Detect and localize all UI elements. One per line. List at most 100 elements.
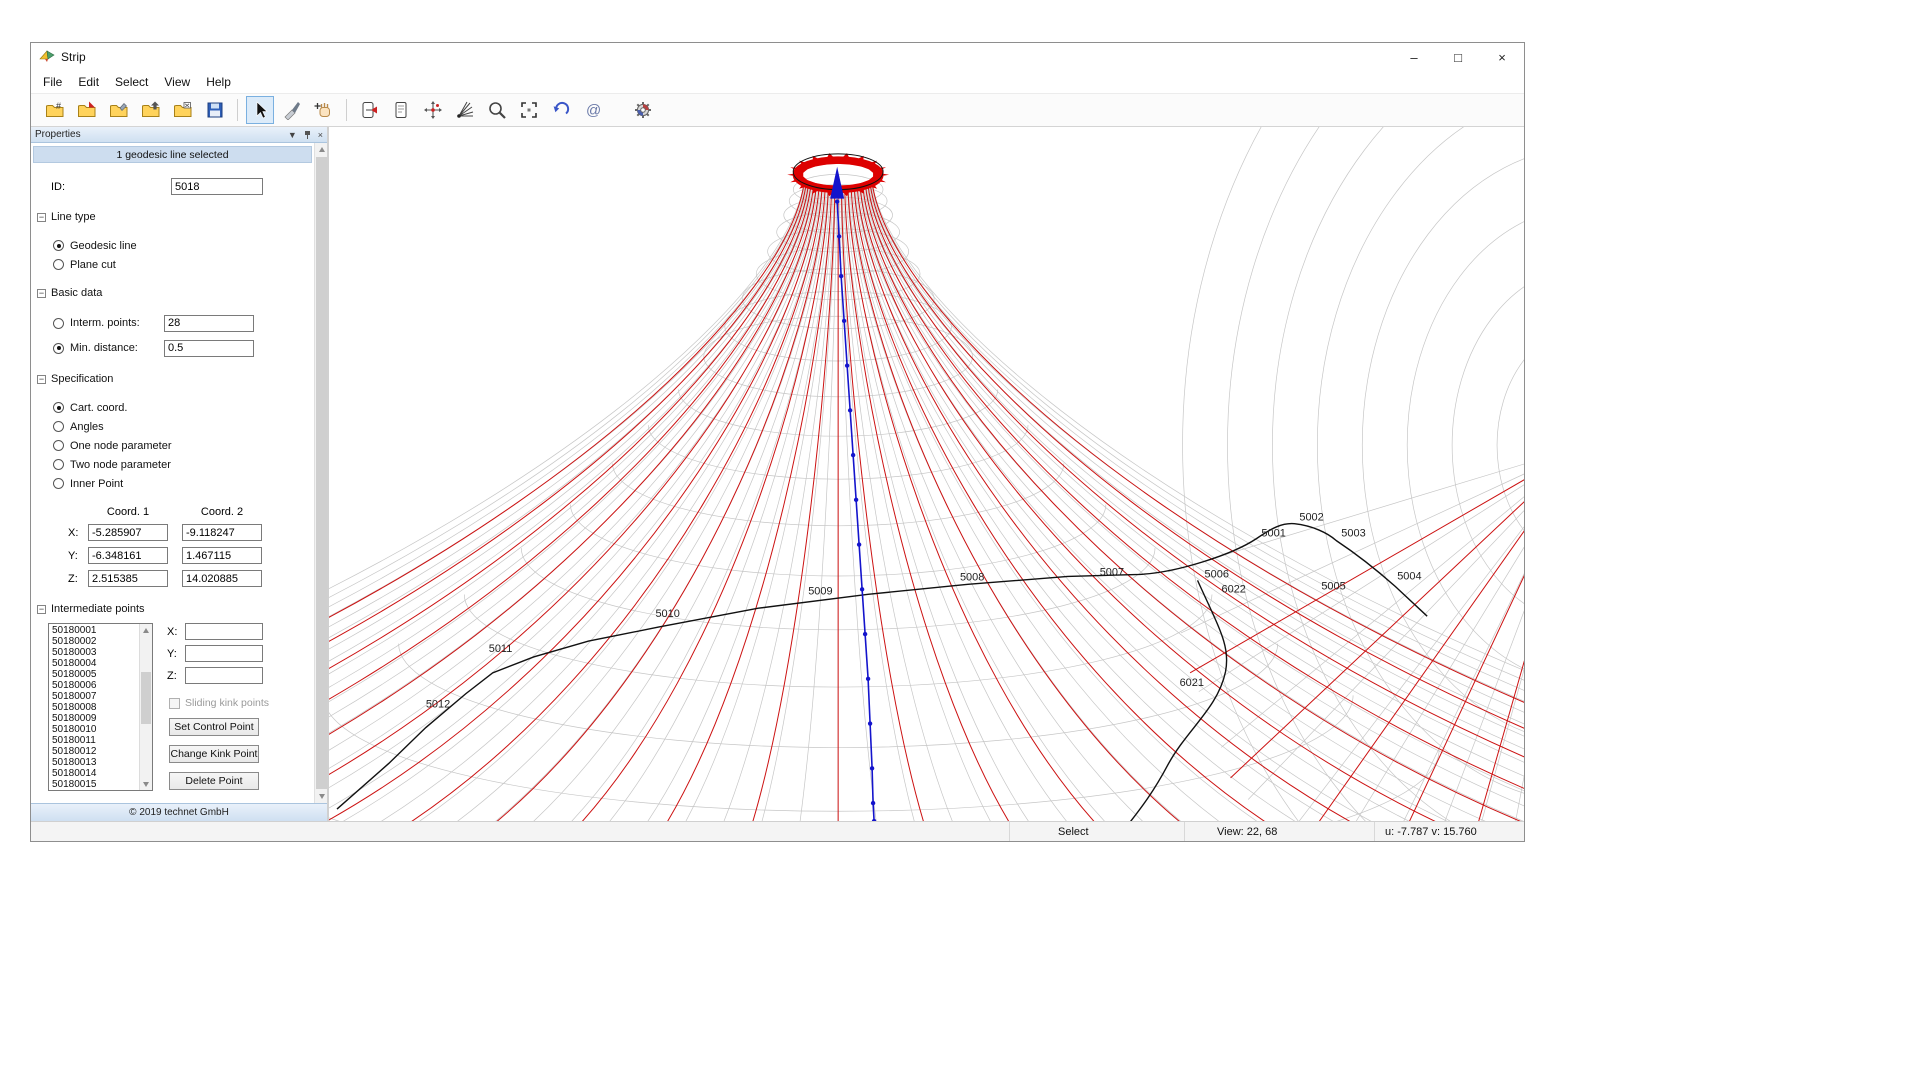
- radiate-tool-icon[interactable]: [451, 96, 479, 124]
- list-item[interactable]: 50180009: [52, 713, 139, 724]
- radio-icon: [53, 343, 64, 354]
- radio-interm-points[interactable]: Interm. points:: [53, 314, 314, 332]
- menu-item-file[interactable]: File: [35, 73, 70, 91]
- list-item[interactable]: 50180001: [52, 625, 139, 636]
- open-up-folder-icon[interactable]: [137, 96, 165, 124]
- knife-tool-icon[interactable]: [278, 96, 306, 124]
- collapse-icon[interactable]: −: [37, 213, 46, 222]
- line-label: 5009: [808, 585, 832, 597]
- radio-angles[interactable]: Angles: [53, 420, 314, 433]
- view-page-icon[interactable]: [387, 96, 415, 124]
- radio-two-node[interactable]: Two node parameter: [53, 458, 314, 471]
- point-z-row: Z:: [167, 667, 297, 684]
- menu-item-edit[interactable]: Edit: [70, 73, 107, 91]
- interm-points-input[interactable]: [164, 315, 254, 332]
- menu-item-select[interactable]: Select: [107, 73, 156, 91]
- radio-inner-point[interactable]: Inner Point: [53, 477, 314, 490]
- z-coord2-input[interactable]: [182, 570, 262, 587]
- group-intermediate-points[interactable]: − Intermediate points: [37, 603, 314, 615]
- panel-menu-chevron-icon[interactable]: ▼: [288, 130, 297, 140]
- open-export-folder-icon[interactable]: [169, 96, 197, 124]
- scroll-up-icon[interactable]: [315, 143, 327, 156]
- settings-gear-icon[interactable]: [629, 96, 657, 124]
- panel-close-icon[interactable]: ×: [318, 130, 323, 140]
- list-item[interactable]: 50180010: [52, 724, 139, 735]
- radio-cart-coord[interactable]: Cart. coord.: [53, 401, 314, 414]
- list-item[interactable]: 50180013: [52, 757, 139, 768]
- z-coord1-input[interactable]: [88, 570, 168, 587]
- y-coord1-input[interactable]: [88, 547, 168, 564]
- point-x-input[interactable]: [185, 623, 263, 640]
- select-cursor-icon[interactable]: [246, 96, 274, 124]
- group-label: Basic data: [51, 287, 102, 299]
- point-z-input[interactable]: [185, 667, 263, 684]
- group-specification[interactable]: − Specification: [37, 373, 314, 385]
- y-coord2-input[interactable]: [182, 547, 262, 564]
- scroll-thumb[interactable]: [141, 672, 151, 724]
- new-strip-folder-icon[interactable]: #: [41, 96, 69, 124]
- list-item[interactable]: 50180004: [52, 658, 139, 669]
- scroll-down-icon[interactable]: [315, 790, 327, 803]
- menu-item-view[interactable]: View: [156, 73, 198, 91]
- pin-icon[interactable]: [303, 130, 312, 140]
- menu-item-help[interactable]: Help: [198, 73, 239, 91]
- open-edit-folder-icon[interactable]: [105, 96, 133, 124]
- redo-icon[interactable]: @: [579, 96, 607, 124]
- list-item[interactable]: 50180006: [52, 680, 139, 691]
- radio-label: Plane cut: [70, 259, 116, 271]
- collapse-icon[interactable]: −: [37, 605, 46, 614]
- radio-min-distance[interactable]: Min. distance:: [53, 339, 314, 357]
- minimize-button[interactable]: –: [1392, 43, 1436, 71]
- viewport-svg[interactable]: 5012501150105009500850075006602250015002…: [329, 127, 1524, 821]
- scroll-thumb[interactable]: [316, 157, 327, 789]
- sliding-kink-checkbox-row: Sliding kink points: [169, 697, 297, 709]
- radio-one-node[interactable]: One node parameter: [53, 439, 314, 452]
- viewport[interactable]: 5012501150105009500850075006602250015002…: [329, 127, 1524, 821]
- radio-icon: [53, 478, 64, 489]
- zoom-icon[interactable]: [483, 96, 511, 124]
- list-item[interactable]: 50180003: [52, 647, 139, 658]
- set-control-point-button[interactable]: Set Control Point: [169, 718, 259, 736]
- list-item[interactable]: 50180005: [52, 669, 139, 680]
- min-distance-input[interactable]: [164, 340, 254, 357]
- maximize-button[interactable]: □: [1436, 43, 1480, 71]
- zoom-window-icon[interactable]: [515, 96, 543, 124]
- list-item[interactable]: 50180008: [52, 702, 139, 713]
- list-item[interactable]: 50180002: [52, 636, 139, 647]
- pan-add-tool-icon[interactable]: [310, 96, 338, 124]
- x-axis-label: X:: [167, 626, 185, 638]
- list-item[interactable]: 50180007: [52, 691, 139, 702]
- view-in-icon[interactable]: [355, 96, 383, 124]
- radio-plane-cut[interactable]: Plane cut: [53, 258, 314, 271]
- app-icon: [39, 49, 55, 65]
- point-y-input[interactable]: [185, 645, 263, 662]
- scroll-up-icon[interactable]: [140, 624, 152, 636]
- list-item[interactable]: 50180015: [52, 779, 139, 790]
- save-icon[interactable]: [201, 96, 229, 124]
- collapse-icon[interactable]: −: [37, 289, 46, 298]
- group-line-type[interactable]: − Line type: [37, 211, 314, 223]
- delete-point-button[interactable]: Delete Point: [169, 772, 259, 790]
- line-label: 5007: [1100, 566, 1124, 578]
- change-kink-point-button[interactable]: Change Kink Point: [169, 745, 259, 763]
- line-label: 5012: [426, 699, 450, 711]
- id-input[interactable]: [171, 178, 263, 195]
- open-marked-folder-icon[interactable]: [73, 96, 101, 124]
- list-item[interactable]: 50180011: [52, 735, 139, 746]
- scroll-down-icon[interactable]: [140, 778, 152, 790]
- list-item[interactable]: 50180012: [52, 746, 139, 757]
- close-button[interactable]: ×: [1480, 43, 1524, 71]
- intermediate-points-list[interactable]: 5018000150180002501800035018000450180005…: [48, 623, 153, 791]
- move-node-tool-icon[interactable]: [419, 96, 447, 124]
- undo-icon[interactable]: [547, 96, 575, 124]
- radio-geodesic-line[interactable]: Geodesic line: [53, 239, 314, 252]
- panel-scrollbar[interactable]: [314, 143, 327, 803]
- x-coord1-input[interactable]: [88, 524, 168, 541]
- properties-panel-header[interactable]: Properties ▼ ×: [31, 127, 327, 143]
- x-coord2-input[interactable]: [182, 524, 262, 541]
- collapse-icon[interactable]: −: [37, 375, 46, 384]
- list-item[interactable]: 50180014: [52, 768, 139, 779]
- group-basic-data[interactable]: − Basic data: [37, 287, 314, 299]
- list-scrollbar[interactable]: [139, 624, 152, 790]
- title-bar[interactable]: Strip – □ ×: [31, 43, 1524, 71]
